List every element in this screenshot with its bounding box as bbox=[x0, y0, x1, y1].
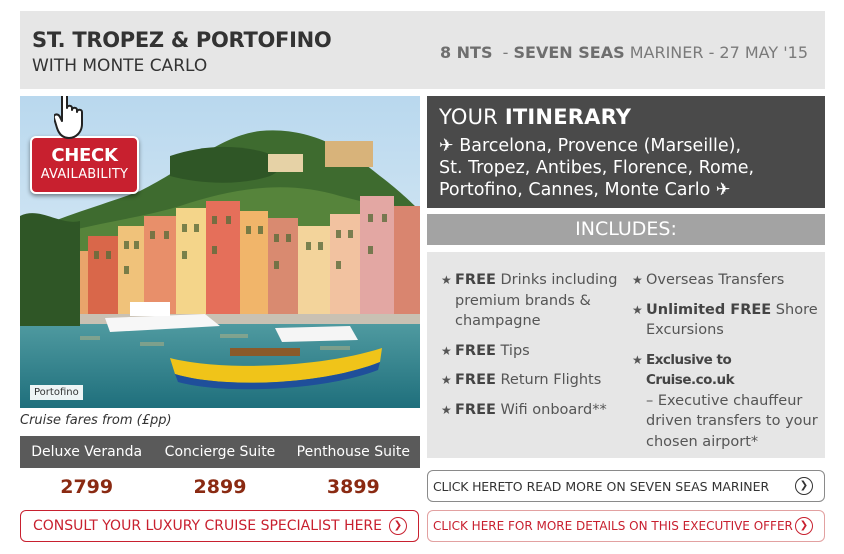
star-icon: ★ bbox=[632, 352, 643, 367]
executive-offer-label: CLICK HERE FOR MORE DETAILS ON THIS EXEC… bbox=[433, 519, 793, 533]
pointing-hand-icon bbox=[54, 96, 83, 139]
includes-panel: ★ FREE Drinks including premium brands &… bbox=[427, 252, 825, 458]
includes-column-right: ★ Overseas Transfers ★ Unlimited FREE Sh… bbox=[632, 270, 820, 461]
fares-price-row: 2799 2899 3899 bbox=[20, 472, 420, 502]
itinerary-route: ✈ Barcelona, Provence (Marseille), St. T… bbox=[439, 135, 813, 201]
include-item-flights: ★ FREE Return Flights bbox=[441, 370, 631, 391]
nights-count: 8 NTS bbox=[439, 43, 493, 62]
include-item-bold: FREE bbox=[455, 401, 496, 418]
itinerary-heading: YOUR ITINERARY bbox=[439, 105, 813, 129]
include-item-transfers: ★ Overseas Transfers bbox=[632, 270, 820, 291]
itinerary-heading-bold: ITINERARY bbox=[504, 105, 632, 129]
offer-subtitle: WITH MONTE CARLO bbox=[32, 56, 208, 76]
cruise-meta: 8 NTS - SEVEN SEAS MARINER - 27 MAY '15 bbox=[439, 43, 808, 62]
star-icon: ★ bbox=[441, 273, 452, 287]
include-item-text: Wifi onboard** bbox=[495, 401, 607, 418]
itinerary-heading-light: YOUR bbox=[439, 105, 498, 129]
read-more-ship-button[interactable]: CLICK HERE TO READ MORE ON SEVEN SEAS MA… bbox=[427, 470, 825, 502]
include-item-bold: FREE bbox=[455, 342, 496, 359]
consult-label: CONSULT YOUR LUXURY CRUISE SPECIALIST HE… bbox=[33, 518, 383, 534]
itinerary-line-3: Portofino, Cannes, Monte Carlo ✈ bbox=[439, 180, 731, 200]
include-item-text: Overseas Transfers bbox=[646, 272, 785, 288]
itinerary-line-1: ✈ Barcelona, Provence (Marseille), bbox=[439, 136, 742, 156]
includes-column-left: ★ FREE Drinks including premium brands &… bbox=[441, 270, 631, 429]
check-label: CHECK bbox=[51, 145, 118, 166]
include-item-bold: Unlimited FREE bbox=[646, 301, 772, 318]
include-item-tips: ★ FREE Tips bbox=[441, 341, 631, 362]
includes-heading: INCLUDES: bbox=[427, 214, 825, 245]
include-item-drinks: ★ FREE Drinks including premium brands &… bbox=[441, 270, 631, 332]
fare-price-penthouse: 3899 bbox=[326, 476, 380, 498]
read-more-label: TO READ MORE ON SEVEN SEAS MARINER bbox=[505, 478, 770, 494]
include-item-bold: FREE bbox=[455, 272, 496, 288]
include-item-text: Tips bbox=[495, 342, 530, 359]
fares-label: Cruise fares from (£pp) bbox=[20, 413, 172, 428]
include-item-chauffeur: – Executive chauffeur driven transfers t… bbox=[632, 391, 820, 453]
ship-date: MARINER - 27 MAY '15 bbox=[629, 43, 808, 62]
fare-column-concierge: Concierge Suite bbox=[164, 444, 276, 460]
circle-arrow-icon: ❯ bbox=[795, 477, 813, 495]
itinerary-panel: YOUR ITINERARY ✈ Barcelona, Provence (Ma… bbox=[427, 96, 825, 208]
star-icon: ★ bbox=[441, 373, 452, 387]
include-item-excursions: ★ Unlimited FREE Shore Excursions bbox=[632, 300, 820, 341]
star-icon: ★ bbox=[441, 402, 452, 417]
ship-name: SEVEN SEAS bbox=[513, 43, 625, 62]
circle-arrow-icon: ❯ bbox=[795, 517, 813, 535]
star-icon: ★ bbox=[441, 343, 452, 358]
availability-label: AVAILABILITY bbox=[40, 167, 129, 182]
offer-header: ST. TROPEZ & PORTOFINO WITH MONTE CARLO … bbox=[20, 11, 825, 89]
consult-specialist-button[interactable]: CONSULT YOUR LUXURY CRUISE SPECIALIST HE… bbox=[20, 510, 419, 542]
fare-price-concierge: 2899 bbox=[193, 476, 247, 498]
offer-title: ST. TROPEZ & PORTOFINO bbox=[32, 28, 332, 52]
star-icon: ★ bbox=[632, 273, 643, 287]
photo-caption: Portofino bbox=[30, 385, 83, 400]
fare-column-penthouse: Penthouse Suite bbox=[296, 444, 410, 460]
executive-offer-button[interactable]: CLICK HERE FOR MORE DETAILS ON THIS EXEC… bbox=[427, 510, 825, 542]
check-availability-button[interactable]: CHECK AVAILABILITY bbox=[30, 136, 139, 194]
include-item-bold: FREE bbox=[455, 372, 496, 388]
circle-arrow-icon: ❯ bbox=[389, 517, 407, 535]
star-icon: ★ bbox=[632, 302, 643, 317]
portofino-photo: Portofino CHECK AVAILABILITY bbox=[20, 96, 420, 408]
include-item-bold: Exclusive to Cruise.co.uk bbox=[646, 351, 735, 389]
fare-price-deluxe: 2799 bbox=[60, 476, 114, 498]
include-item-text: – Executive chauffeur driven transfers t… bbox=[646, 392, 818, 450]
read-more-bold: CLICK HERE bbox=[433, 478, 506, 494]
fare-column-deluxe: Deluxe Veranda bbox=[31, 444, 143, 460]
include-item-text: Return Flights bbox=[495, 372, 602, 388]
itinerary-line-2: St. Tropez, Antibes, Florence, Rome, bbox=[439, 158, 755, 178]
include-item-wifi: ★ FREE Wifi onboard** bbox=[441, 400, 631, 421]
fares-header-row: Deluxe Veranda Concierge Suite Penthouse… bbox=[20, 436, 420, 468]
include-item-exclusive: ★ Exclusive to Cruise.co.uk bbox=[632, 350, 820, 391]
